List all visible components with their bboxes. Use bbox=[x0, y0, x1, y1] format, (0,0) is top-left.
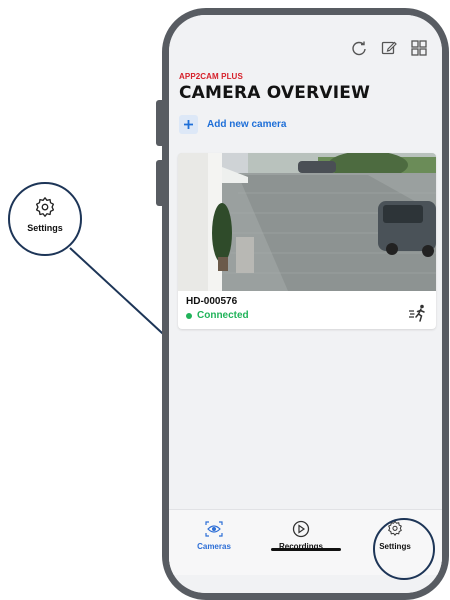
edit-icon[interactable] bbox=[380, 39, 398, 57]
camera-status: Connected bbox=[186, 310, 249, 321]
tab-recordings[interactable]: Recordings bbox=[261, 520, 341, 551]
settings-callout: Settings bbox=[8, 182, 82, 256]
play-circle-icon bbox=[292, 520, 310, 538]
tab-cameras[interactable]: Cameras bbox=[174, 520, 254, 551]
plus-icon bbox=[179, 115, 198, 134]
page-title: CAMERA OVERVIEW bbox=[179, 83, 371, 103]
callout-label: Settings bbox=[27, 223, 63, 233]
add-camera-button[interactable]: Add new camera bbox=[179, 115, 286, 134]
add-camera-label: Add new camera bbox=[207, 119, 287, 130]
phone-screen: APP2CAM PLUS CAMERA OVERVIEW Add new cam… bbox=[169, 15, 442, 593]
motion-detection-icon[interactable] bbox=[408, 303, 428, 323]
grid-icon[interactable] bbox=[410, 39, 428, 57]
camera-eye-icon bbox=[205, 521, 223, 537]
camera-name: HD-000576 bbox=[186, 296, 238, 307]
camera-card[interactable]: HD-000576 Connected bbox=[178, 153, 436, 329]
status-dot bbox=[186, 312, 192, 319]
home-indicator bbox=[270, 548, 341, 551]
gear-icon bbox=[35, 197, 55, 217]
top-toolbar bbox=[350, 39, 428, 57]
tab-cameras-label: Cameras bbox=[197, 542, 231, 551]
phone-frame: APP2CAM PLUS CAMERA OVERVIEW Add new cam… bbox=[162, 8, 449, 600]
app-brand: APP2CAM PLUS bbox=[179, 72, 243, 81]
camera-preview-image[interactable] bbox=[178, 153, 436, 291]
refresh-icon[interactable] bbox=[350, 39, 368, 57]
camera-status-text: Connected bbox=[197, 310, 249, 321]
settings-highlight-ring bbox=[373, 518, 435, 580]
